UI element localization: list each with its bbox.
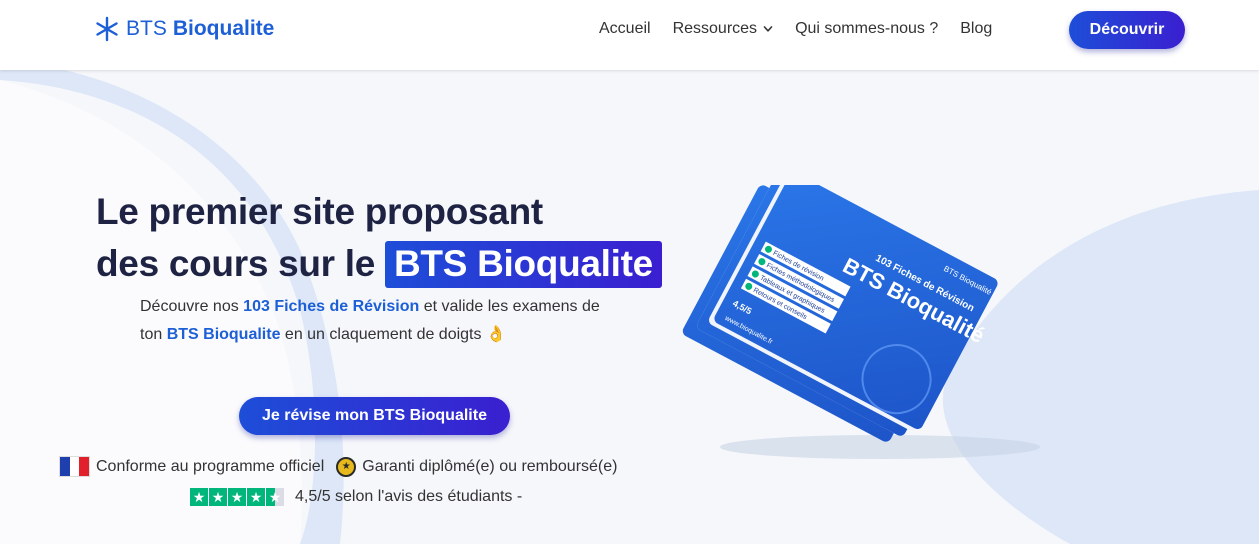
decouvrir-button[interactable]: Découvrir xyxy=(1069,11,1185,49)
asterisk-icon xyxy=(96,16,118,42)
desc-highlight-bts: BTS Bioqualite xyxy=(166,326,281,343)
ok-hand-icon: 👌 xyxy=(485,326,506,343)
nav-item-label: Blog xyxy=(960,20,993,37)
book-stack-illustration: BTS Bioqualité 103 Fiches de Révision BT… xyxy=(682,185,1040,459)
star-rating: ★ ★ ★ ★ ★ xyxy=(190,488,285,506)
headline-line-2: des cours sur le BTS Bioqualite xyxy=(96,238,662,290)
site-header: BTS Bioqualite Accueil Ressources Qui so… xyxy=(0,0,1259,70)
guarantee-programme: Conforme au programme officiel xyxy=(96,457,325,475)
star-icon: ★ xyxy=(190,488,208,506)
headline-prefix: des cours sur le xyxy=(96,243,375,284)
star-half-icon: ★ xyxy=(266,488,284,506)
revise-button[interactable]: Je révise mon BTS Bioqualite xyxy=(239,397,510,435)
site-logo[interactable]: BTS Bioqualite xyxy=(94,16,274,42)
guarantee-rembourse: Garanti diplômé(e) ou remboursé(e) xyxy=(362,457,618,475)
nav-item-ressources[interactable]: Ressources xyxy=(673,20,773,38)
rating-row: ★ ★ ★ ★ ★ 4,5/5 selon l'avis des étudian… xyxy=(190,488,522,506)
nav-item-blog[interactable]: Blog xyxy=(960,20,992,38)
flag-france-icon xyxy=(59,456,90,477)
main-nav: Accueil Ressources Qui sommes-nous ? Blo… xyxy=(599,20,1014,38)
star-icon: ★ xyxy=(228,488,246,506)
nav-item-accueil[interactable]: Accueil xyxy=(599,20,651,38)
headline-highlight: BTS Bioqualite xyxy=(384,241,662,288)
medal-icon: ★ xyxy=(336,456,357,477)
nav-item-label: Ressources xyxy=(672,20,758,37)
desc-text: Découvre nos xyxy=(140,298,244,315)
logo-text-bold: Bioqualite xyxy=(172,17,275,40)
headline-line-1: Le premier site proposant xyxy=(96,191,543,232)
hero-description: Découvre nos 103 Fiches de Révision et v… xyxy=(140,293,600,349)
nav-item-qui-sommes-nous[interactable]: Qui sommes-nous ? xyxy=(795,20,938,38)
nav-item-label: Qui sommes-nous ? xyxy=(795,20,939,37)
chevron-down-icon xyxy=(763,26,773,32)
star-icon: ★ xyxy=(209,488,227,506)
logo-text-light: BTS xyxy=(126,17,167,40)
guarantees-row: Conforme au programme officiel ★ Garanti… xyxy=(59,456,617,477)
rating-text: 4,5/5 selon l'avis des étudiants - xyxy=(295,488,523,505)
nav-item-label: Accueil xyxy=(599,20,651,37)
desc-text: en un claquement de doigts xyxy=(280,326,482,343)
hero-headline: Le premier site proposant des cours sur … xyxy=(96,186,662,290)
desc-highlight-fiches: 103 Fiches de Révision xyxy=(243,298,420,315)
star-icon: ★ xyxy=(247,488,265,506)
